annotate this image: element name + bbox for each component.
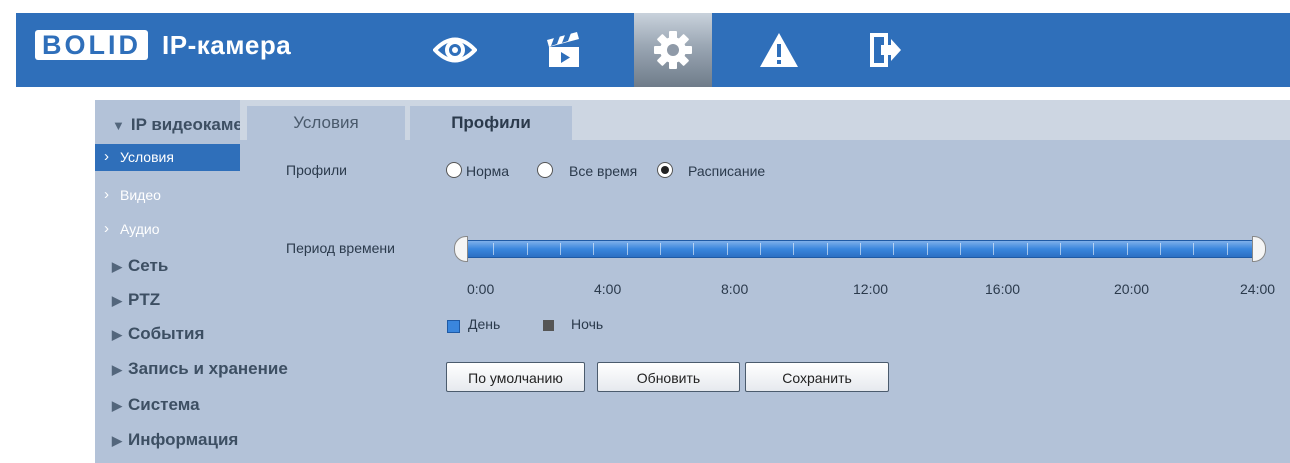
sidebar: ▼ IP видеокамера › Условия › Видео › Ауди… [95,100,288,463]
hour-grid-line [1093,243,1095,255]
nav-alarm[interactable] [740,13,818,87]
hour-grid-line [893,243,895,255]
tab-profiles[interactable]: Профили [410,106,572,140]
radio-schedule[interactable] [657,162,673,178]
profiles-label: Профили [286,162,347,178]
hour-grid-line [693,243,695,255]
eye-icon [433,37,477,63]
nav-settings[interactable] [634,13,712,87]
hour-grid-line [1026,243,1028,255]
legend-night-swatch [543,320,554,331]
legend-day-label: День [468,316,501,332]
triangle-right-icon: ▶ [112,433,122,448]
hour-grid-line [860,243,861,255]
hour-grid-line [593,243,595,255]
triangle-right-icon: ▶ [112,259,122,274]
hour-grid-line [1060,243,1061,255]
app-title: IP-камера [162,29,292,60]
hour-grid-line [1226,243,1228,255]
sidebar-section-network[interactable]: ▶ Сеть [112,256,168,276]
sidebar-section-ptz[interactable]: ▶ PTZ [112,290,160,310]
tab-bar: Условия Профили [240,100,1290,140]
time-tick: 0:00 [467,281,495,297]
sidebar-item-label: Условия [120,149,174,165]
sidebar-section-label: PTZ [128,290,161,309]
logo: BOLID IP-камера [35,29,291,61]
period-label: Период времени [286,240,395,256]
triangle-right-icon: ▶ [112,327,122,342]
hour-grid-line [793,243,795,255]
hour-grid-line [626,243,628,255]
clapperboard-icon [547,32,579,67]
triangle-right-icon: ▶ [112,293,122,308]
hour-grid-line [726,243,728,255]
radio-always-label: Все время [569,163,638,179]
nav-playback[interactable] [525,13,603,87]
triangle-right-icon: ▶ [112,362,122,377]
tab-conditions[interactable]: Условия [247,106,405,140]
sidebar-section-system[interactable]: ▶ Система [112,395,200,415]
radio-normal-label: Норма [466,163,510,179]
time-tick: 16:00 [985,281,1021,297]
time-period-slider[interactable] [454,236,1266,262]
sidebar-section-label: Сеть [128,256,169,275]
refresh-button[interactable]: Обновить [597,362,740,392]
hour-grid-line [760,243,761,255]
nav-logout[interactable] [846,13,924,87]
time-tick: 20:00 [1114,281,1150,297]
hour-grid-line [660,243,661,255]
hour-grid-line [826,243,828,255]
sidebar-section-recording[interactable]: ▶ Запись и хранение [112,359,288,379]
sidebar-item-audio[interactable]: › Аудио [95,216,240,243]
triangle-down-icon: ▼ [112,118,125,133]
sidebar-section-label: События [128,324,205,343]
triangle-right-icon: ▶ [112,398,122,413]
sidebar-section-label: Информация [128,430,239,449]
slider-handle-start[interactable] [454,236,468,262]
legend-day-swatch [447,320,460,333]
radio-schedule-label: Расписание [688,163,766,179]
chevron-right-icon: › [104,220,109,237]
day-range-bar [460,240,1260,258]
hour-grid-line [1160,243,1161,255]
sidebar-section-label: Запись и хранение [128,359,288,378]
warning-icon [760,33,798,67]
sidebar-section-info[interactable]: ▶ Информация [112,430,238,450]
radio-normal[interactable] [446,162,462,178]
logout-icon [870,33,901,67]
nav-live-view[interactable] [416,13,494,87]
chevron-right-icon: › [104,186,109,203]
top-header: BOLID IP-камера [16,13,1290,87]
legend-night-label: Ночь [571,316,604,332]
hour-grid-line [926,243,928,255]
sidebar-item-conditions[interactable]: › Условия [95,144,240,171]
hour-grid-line [526,243,528,255]
default-button[interactable]: По умолчанию [446,362,585,392]
hour-grid-line [993,243,995,255]
hour-grid-line [960,243,961,255]
time-tick: 8:00 [721,281,749,297]
logo-bolid: BOLID [35,30,148,60]
slider-handle-end[interactable] [1252,236,1266,262]
radio-always[interactable] [537,162,553,178]
hour-grid-line [493,243,495,255]
hour-grid-line [560,243,561,255]
save-button[interactable]: Сохранить [745,362,889,392]
time-tick: 4:00 [594,281,622,297]
gear-icon [654,31,692,69]
hour-grid-line [1193,243,1195,255]
sidebar-item-label: Аудио [120,221,160,237]
sidebar-section-label: Система [128,395,200,414]
sidebar-item-label: Видео [120,187,161,203]
hour-grid-line [1126,243,1128,255]
main-area [95,100,1290,463]
sidebar-section-events[interactable]: ▶ События [112,324,204,344]
chevron-right-icon: › [104,148,109,165]
time-tick: 12:00 [853,281,889,297]
sidebar-item-video[interactable]: › Видео [95,182,240,209]
time-tick: 24:00 [1240,281,1276,297]
